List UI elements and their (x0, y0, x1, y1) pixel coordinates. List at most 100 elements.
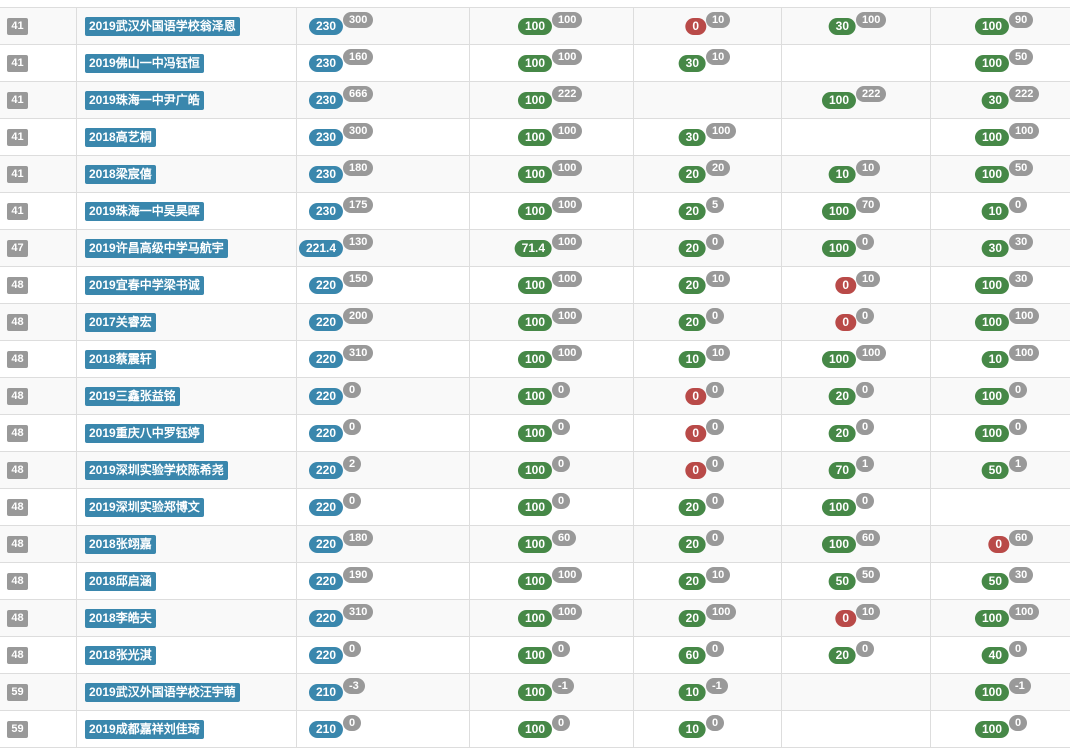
column-divider (633, 341, 634, 377)
contestant-name-link[interactable]: 2018高艺桐 (85, 128, 156, 147)
problem-time-badge: 100 (552, 345, 583, 361)
contestant-name-link[interactable]: 2019武汉外国语学校翁泽恩 (85, 17, 240, 36)
contestant-name-link[interactable]: 2018邱启涵 (85, 572, 156, 591)
contestant-name-link[interactable]: 2019重庆八中罗钰婷 (85, 424, 204, 443)
problem-time-badge: 100 (706, 123, 737, 139)
problem-score-badge: 100 (821, 351, 856, 368)
column-divider (633, 489, 634, 525)
problem-score-badge: 100 (517, 462, 552, 479)
problem-time-badge: 60 (552, 530, 577, 546)
contestant-name-link[interactable]: 2018李皓夫 (85, 609, 156, 628)
problem-score-badge: 100 (517, 314, 552, 331)
total-score-badge: 210 (308, 684, 343, 701)
contestant-name-link[interactable]: 2019三鑫张益铭 (85, 387, 180, 406)
contestant-name-link[interactable]: 2019许昌高级中学马航宇 (85, 239, 228, 258)
total-score-badge: 230 (308, 18, 343, 35)
column-divider (633, 563, 634, 599)
problem-time-badge: 0 (1009, 382, 1028, 398)
rank-badge: 48 (7, 277, 28, 294)
column-divider (296, 304, 297, 340)
problem-time-badge: 100 (552, 234, 583, 250)
problem-time-badge: 0 (706, 382, 725, 398)
problem-time-badge: 100 (552, 308, 583, 324)
column-divider (469, 267, 470, 303)
problem-time-badge: 0 (856, 234, 875, 250)
total-score-badge: 220 (308, 425, 343, 442)
column-divider (930, 156, 931, 192)
total-time-badge: 160 (343, 49, 374, 65)
total-time-badge: 180 (343, 160, 374, 176)
column-divider (930, 267, 931, 303)
column-divider (76, 8, 77, 44)
contestant-name-link[interactable]: 2018张光淇 (85, 646, 156, 665)
problem-score-badge: 0 (988, 536, 1009, 553)
column-divider (76, 82, 77, 118)
problem-score-badge: 30 (678, 129, 706, 146)
table-row: 48 2018张翊嘉 220 180 100 60 20 0 100 60 0 60 (0, 526, 1070, 563)
contestant-name-link[interactable]: 2018蔡震轩 (85, 350, 156, 369)
contestant-name-link[interactable]: 2019宜春中学梁书诚 (85, 276, 204, 295)
contestant-name-link[interactable]: 2019深圳实验郑博文 (85, 498, 204, 517)
contestant-name-link[interactable]: 2019成都嘉祥刘佳琦 (85, 720, 204, 739)
column-divider (930, 193, 931, 229)
column-divider (781, 193, 782, 229)
problem-time-badge: 0 (706, 493, 725, 509)
problem-score-badge: 100 (517, 351, 552, 368)
column-divider (633, 711, 634, 747)
column-divider (930, 341, 931, 377)
table-row: 41 2019武汉外国语学校翁泽恩 230 300 100 100 0 10 30 100 100 9… (0, 8, 1070, 45)
problem-score-badge: 100 (974, 55, 1009, 72)
table-row: 48 2019深圳实验郑博文 220 0 100 0 20 0 100 0 (0, 489, 1070, 526)
total-time-badge: 150 (343, 271, 374, 287)
problem-time-badge: 5 (706, 197, 725, 213)
contestant-name-link[interactable]: 2019珠海一中吴昊晖 (85, 202, 204, 221)
problem-score-badge: 10 (981, 351, 1009, 368)
problem-score-badge: 30 (981, 92, 1009, 109)
column-divider (633, 82, 634, 118)
column-divider (781, 674, 782, 710)
column-divider (781, 637, 782, 673)
column-divider (296, 119, 297, 155)
problem-time-badge: 0 (706, 308, 725, 324)
problem-score-badge: 50 (981, 573, 1009, 590)
column-divider (930, 230, 931, 266)
total-time-badge: 0 (343, 715, 362, 731)
column-divider (296, 230, 297, 266)
column-divider (469, 304, 470, 340)
column-divider (781, 230, 782, 266)
contestant-name-link[interactable]: 2019佛山一中冯钰恒 (85, 54, 204, 73)
column-divider (633, 45, 634, 81)
table-row: 48 2019三鑫张益铭 220 0 100 0 0 0 20 0 100 0 (0, 378, 1070, 415)
column-divider (469, 600, 470, 636)
table-row: 48 2019宜春中学梁书诚 220 150 100 100 20 10 0 10 100 30 (0, 267, 1070, 304)
column-divider (296, 674, 297, 710)
contestant-name-link[interactable]: 2018张翊嘉 (85, 535, 156, 554)
table-row: 41 2019珠海一中吴昊晖 230 175 100 100 20 5 100 70 10 0 (0, 193, 1070, 230)
contestant-name-link[interactable]: 2017关睿宏 (85, 313, 156, 332)
contestant-name-link[interactable]: 2019武汉外国语学校汪宇萌 (85, 683, 240, 702)
table-row: 41 2019佛山一中冯钰恒 230 160 100 100 30 10 100 50 (0, 45, 1070, 82)
problem-time-badge: 0 (552, 456, 571, 472)
contestant-name-link[interactable]: 2019珠海一中尹广皓 (85, 91, 204, 110)
problem-time-badge: 50 (1009, 160, 1034, 176)
rank-badge: 48 (7, 314, 28, 331)
total-score-badge: 230 (308, 92, 343, 109)
contestant-name-link[interactable]: 2018梁宸僖 (85, 165, 156, 184)
problem-score-badge: 20 (678, 240, 706, 257)
column-divider (633, 304, 634, 340)
column-divider (469, 415, 470, 451)
problem-time-badge: -1 (1009, 678, 1031, 694)
total-score-badge: 220 (308, 277, 343, 294)
total-time-badge: 0 (343, 382, 362, 398)
contestant-name-link[interactable]: 2019深圳实验学校陈希尧 (85, 461, 228, 480)
total-time-badge: 2 (343, 456, 362, 472)
problem-time-badge: 30 (1009, 567, 1034, 583)
table-row: 47 2019许昌高级中学马航宇 221.4 130 71.4 100 20 0 100 0 30 3… (0, 230, 1070, 267)
column-divider (296, 489, 297, 525)
column-divider (296, 600, 297, 636)
problem-score-badge: 70 (828, 462, 856, 479)
table-row: 48 2018蔡震轩 220 310 100 100 10 10 100 100 10 100 (0, 341, 1070, 378)
problem-score-badge: 30 (981, 240, 1009, 257)
column-divider (76, 230, 77, 266)
total-score-badge: 221.4 (298, 240, 343, 257)
